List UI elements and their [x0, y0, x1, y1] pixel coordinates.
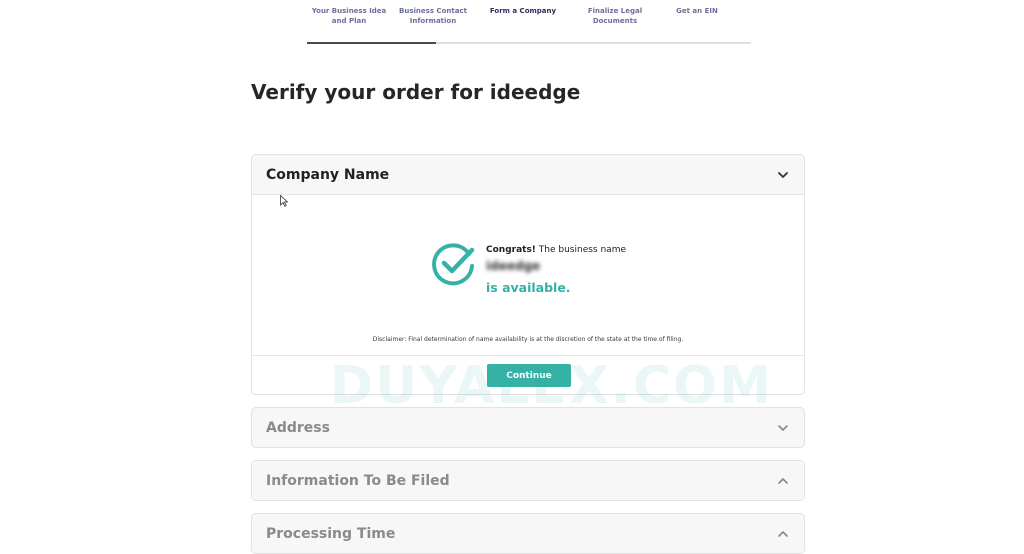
company-name-panel: Company Name Congrats! The business name…: [251, 154, 805, 395]
step-get-ein[interactable]: Get an EIN: [655, 6, 739, 16]
processing-time-header[interactable]: Processing Time: [252, 514, 804, 553]
chevron-down-icon[interactable]: [776, 421, 790, 435]
disclaimer-text: Disclaimer: Final determination of name …: [372, 336, 684, 343]
continue-button[interactable]: Continue: [487, 364, 571, 387]
progress-fill: [307, 42, 436, 44]
company-name-header[interactable]: Company Name: [252, 155, 804, 195]
congrats-text: Congrats! The business name: [486, 245, 626, 255]
progress-steps: Your Business Idea and Plan Business Con…: [307, 0, 751, 46]
information-filed-title: Information To Be Filed: [266, 473, 450, 489]
business-name: ideedge: [486, 259, 541, 273]
step-business-contact[interactable]: Business Contact Information: [391, 6, 475, 26]
check-circle-icon: [432, 243, 475, 286]
information-filed-header[interactable]: Information To Be Filed: [252, 461, 804, 500]
address-header[interactable]: Address: [252, 408, 804, 447]
step-business-idea[interactable]: Your Business Idea and Plan: [307, 6, 391, 26]
page-title: Verify your order for ideedge: [251, 80, 581, 104]
company-name-body: Congrats! The business name ideedge is a…: [252, 195, 804, 356]
information-filed-panel[interactable]: Information To Be Filed: [251, 460, 805, 501]
chevron-up-icon[interactable]: [776, 527, 790, 541]
processing-time-title: Processing Time: [266, 526, 396, 542]
address-title: Address: [266, 420, 330, 436]
address-panel[interactable]: Address: [251, 407, 805, 448]
company-name-title: Company Name: [266, 166, 390, 183]
progress-track: [307, 42, 751, 44]
chevron-up-icon[interactable]: [776, 474, 790, 488]
processing-time-panel[interactable]: Processing Time: [251, 513, 805, 554]
step-form-company[interactable]: Form a Company: [481, 6, 565, 16]
mouse-cursor-icon: [280, 195, 288, 207]
panel-footer: Continue: [252, 356, 804, 394]
chevron-down-icon[interactable]: [776, 168, 790, 182]
availability-status: is available.: [486, 280, 571, 295]
step-finalize-legal[interactable]: Finalize Legal Documents: [573, 6, 657, 26]
